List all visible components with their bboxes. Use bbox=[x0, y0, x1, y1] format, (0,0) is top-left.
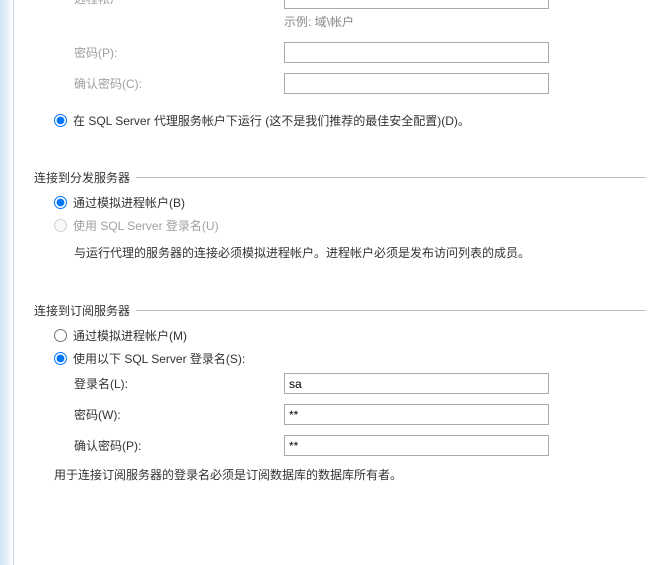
distributor-header: 连接到分发服务器 bbox=[34, 169, 646, 186]
password-label: 密码(P): bbox=[74, 44, 284, 61]
sub-note: 用于连接订阅服务器的登录名必须是订阅数据库的数据库所有者。 bbox=[54, 466, 646, 484]
dist-sqllogin-label: 使用 SQL Server 登录名(U) bbox=[73, 217, 219, 234]
dialog-content: 远程帐户 示例: 域\帐户 密码(P): 确认密码(C): 在 SQL Serv… bbox=[14, 0, 666, 565]
run-under-agent-radio-row: 在 SQL Server 代理服务帐户下运行 (这不是我们推荐的最佳安全配置)(… bbox=[54, 112, 646, 129]
sub-login-input[interactable] bbox=[284, 373, 549, 394]
subscriber-header: 连接到订阅服务器 bbox=[34, 302, 646, 319]
run-under-agent-radio[interactable] bbox=[54, 114, 67, 127]
distributor-section: 连接到分发服务器 通过模拟进程帐户(B) 使用 SQL Server 登录名(U… bbox=[34, 169, 646, 262]
dist-note: 与运行代理的服务器的连接必须模拟进程帐户。进程帐户必须是发布访问列表的成员。 bbox=[74, 244, 646, 262]
sub-login-fields: 登录名(L): 密码(W): 确认密码(P): bbox=[74, 373, 646, 456]
sub-login-label: 登录名(L): bbox=[74, 375, 284, 392]
sub-confirm-row: 确认密码(P): bbox=[74, 435, 646, 456]
window-left-edge bbox=[0, 0, 14, 565]
sub-impersonate-label: 通过模拟进程帐户(M) bbox=[73, 327, 187, 344]
confirm-password-row: 确认密码(C): bbox=[34, 73, 646, 94]
sub-confirm-input[interactable] bbox=[284, 435, 549, 456]
example-hint: 示例: 域\帐户 bbox=[284, 13, 646, 30]
subscriber-section: 连接到订阅服务器 通过模拟进程帐户(M) 使用以下 SQL Server 登录名… bbox=[34, 302, 646, 484]
confirm-password-label: 确认密码(C): bbox=[74, 75, 284, 92]
remote-account-input[interactable] bbox=[284, 0, 549, 9]
sub-confirm-label: 确认密码(P): bbox=[74, 437, 284, 454]
sub-sqllogin-label: 使用以下 SQL Server 登录名(S): bbox=[73, 350, 245, 367]
sub-sqllogin-row: 使用以下 SQL Server 登录名(S): bbox=[54, 350, 646, 367]
distributor-title: 连接到分发服务器 bbox=[34, 169, 130, 186]
divider-line bbox=[136, 177, 646, 178]
dist-impersonate-radio[interactable] bbox=[54, 196, 67, 209]
remote-account-row: 远程帐户 bbox=[34, 0, 646, 9]
sub-impersonate-radio[interactable] bbox=[54, 329, 67, 342]
sub-login-row: 登录名(L): bbox=[74, 373, 646, 394]
dist-sqllogin-row: 使用 SQL Server 登录名(U) bbox=[54, 217, 646, 234]
divider-line bbox=[136, 310, 646, 311]
dist-sqllogin-radio bbox=[54, 219, 67, 232]
remote-account-label: 远程帐户 bbox=[74, 0, 284, 7]
dist-impersonate-row: 通过模拟进程帐户(B) bbox=[54, 194, 646, 211]
password-input[interactable] bbox=[284, 42, 549, 63]
confirm-password-input[interactable] bbox=[284, 73, 549, 94]
sub-password-input[interactable] bbox=[284, 404, 549, 425]
subscriber-title: 连接到订阅服务器 bbox=[34, 302, 130, 319]
password-row: 密码(P): bbox=[34, 42, 646, 63]
sub-sqllogin-radio[interactable] bbox=[54, 352, 67, 365]
sub-password-row: 密码(W): bbox=[74, 404, 646, 425]
sub-impersonate-row: 通过模拟进程帐户(M) bbox=[54, 327, 646, 344]
run-under-agent-label: 在 SQL Server 代理服务帐户下运行 (这不是我们推荐的最佳安全配置)(… bbox=[73, 112, 470, 129]
sub-password-label: 密码(W): bbox=[74, 406, 284, 423]
dist-impersonate-label: 通过模拟进程帐户(B) bbox=[73, 194, 185, 211]
